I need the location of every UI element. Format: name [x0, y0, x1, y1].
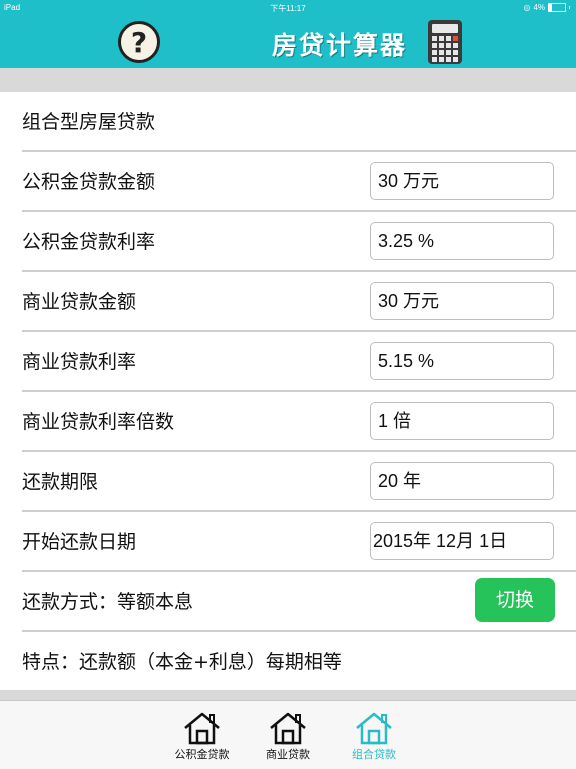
- status-bar: iPad 下午11:17 ◎ 4%: [0, 0, 576, 16]
- page-title: 房贷计算器: [272, 31, 408, 60]
- provident-rate-row: 公积金贷款利率 3.25 %: [0, 212, 576, 272]
- tab-provident-loan[interactable]: 公积金贷款: [162, 711, 242, 767]
- calculator-icon: [428, 20, 462, 64]
- commercial-amount-input[interactable]: 30 万元: [370, 282, 554, 320]
- app-header: ? 房贷计算器: [0, 16, 576, 68]
- repay-method-label: 还款方式：等额本息: [22, 591, 194, 613]
- loan-term-input[interactable]: 20 年: [370, 462, 554, 500]
- provident-rate-label: 公积金贷款利率: [22, 231, 156, 253]
- house-icon: [270, 712, 306, 745]
- loan-term-row: 还款期限 20 年: [0, 452, 576, 512]
- feature-description: 特点：还款额（本金+利息）每期相等: [22, 651, 342, 673]
- help-button[interactable]: ?: [118, 21, 160, 63]
- orientation-lock-icon: ◎: [523, 3, 531, 12]
- battery-icon: [548, 3, 566, 12]
- house-icon: [356, 712, 392, 745]
- rate-multiplier-row: 商业贷款利率倍数 1 倍: [0, 392, 576, 452]
- tab-label: 公积金贷款: [174, 748, 230, 761]
- house-icon: [184, 712, 220, 745]
- tab-commercial-loan[interactable]: 商业贷款: [248, 711, 328, 767]
- commercial-rate-label: 商业贷款利率: [22, 351, 137, 373]
- loan-term-label: 还款期限: [22, 471, 99, 493]
- tab-combined-loan[interactable]: 组合贷款: [334, 711, 414, 767]
- tab-label: 组合贷款: [352, 748, 396, 761]
- section-title: 组合型房屋贷款: [22, 111, 156, 133]
- start-date-label: 开始还款日期: [22, 531, 137, 553]
- tab-label: 商业贷款: [266, 748, 310, 761]
- battery-percent: 4%: [533, 3, 545, 12]
- switch-method-button[interactable]: 切换: [475, 578, 555, 622]
- commercial-rate-row: 商业贷款利率 5.15 %: [0, 332, 576, 392]
- provident-rate-input[interactable]: 3.25 %: [370, 222, 554, 260]
- repay-method-row: 还款方式：等额本息 切换: [0, 572, 576, 632]
- commercial-amount-label: 商业贷款金额: [22, 291, 137, 313]
- commercial-amount-row: 商业贷款金额 30 万元: [0, 272, 576, 332]
- start-date-row: 开始还款日期 2015年 12月 1日: [0, 512, 576, 572]
- rate-multiplier-input[interactable]: 1 倍: [370, 402, 554, 440]
- status-time: 下午11:17: [270, 4, 306, 13]
- tab-bar: 公积金贷款 商业贷款 组合贷款: [0, 700, 576, 769]
- provident-amount-row: 公积金贷款金额 30 万元: [0, 152, 576, 212]
- question-mark-icon: ?: [130, 25, 148, 59]
- section-title-row: 组合型房屋贷款: [0, 92, 576, 152]
- commercial-rate-input[interactable]: 5.15 %: [370, 342, 554, 380]
- loan-form: 组合型房屋贷款 公积金贷款金额 30 万元 公积金贷款利率 3.25 % 商业贷…: [0, 92, 576, 690]
- provident-amount-input[interactable]: 30 万元: [370, 162, 554, 200]
- rate-multiplier-label: 商业贷款利率倍数: [22, 411, 175, 433]
- provident-amount-label: 公积金贷款金额: [22, 171, 156, 193]
- battery-indicator: ◎ 4%: [523, 3, 570, 12]
- feature-row: 特点：还款额（本金+利息）每期相等: [0, 632, 576, 692]
- start-date-input[interactable]: 2015年 12月 1日: [370, 522, 554, 560]
